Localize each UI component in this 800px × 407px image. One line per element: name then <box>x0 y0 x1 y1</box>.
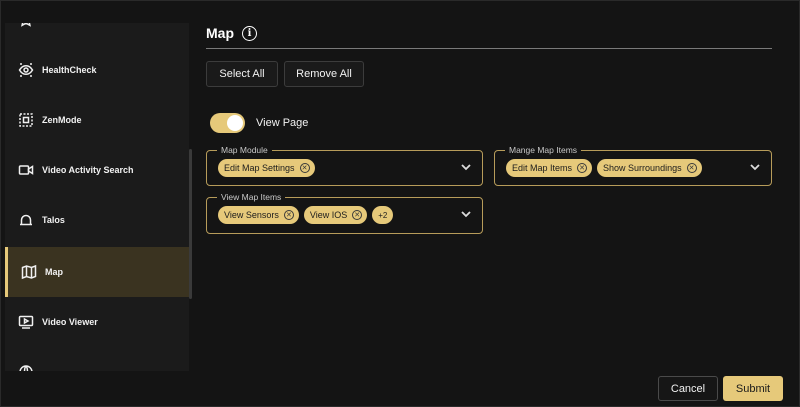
star-icon <box>17 23 34 29</box>
map-icon <box>20 264 37 281</box>
chip-remove-icon[interactable]: ✕ <box>352 210 363 220</box>
sidebar-scrollbar[interactable] <box>189 149 192 299</box>
manage-map-items-chips: Edit Map Items ✕ Show Surroundings ✕ <box>506 159 702 177</box>
chip-remove-icon[interactable]: ✕ <box>577 163 588 173</box>
chip-label: Show Surroundings <box>603 163 682 173</box>
play-screen-icon <box>17 314 34 331</box>
sidebar-item-partial[interactable] <box>5 347 189 371</box>
sidebar-item-label: Video Viewer <box>42 317 98 327</box>
sidebar-item-video-viewer[interactable]: Video Viewer <box>5 297 189 347</box>
chip-label: Edit Map Items <box>512 163 573 173</box>
submit-button[interactable]: Submit <box>723 376 783 401</box>
title-divider <box>206 48 772 49</box>
grid-dots-icon <box>17 112 34 129</box>
globe-icon <box>17 364 34 371</box>
view-page-toggle-row: View Page <box>210 113 308 133</box>
chip-remove-icon[interactable]: ✕ <box>283 210 294 220</box>
chevron-down-icon[interactable] <box>748 160 762 174</box>
sidebar-item-label: ZenMode <box>42 115 82 125</box>
chip-more-count[interactable]: +2 <box>372 206 394 224</box>
chip-label: View Sensors <box>224 210 279 220</box>
sidebar: HealthCheck ZenMode Video Activity Searc… <box>5 23 189 371</box>
sidebar-item-talos[interactable]: Talos <box>5 195 189 245</box>
info-icon[interactable]: i <box>242 25 257 41</box>
page-title-text: Map <box>206 25 234 41</box>
map-module-chips: Edit Map Settings ✕ <box>218 159 315 177</box>
sidebar-item-label: HealthCheck <box>42 65 97 75</box>
chip-edit-map-settings: Edit Map Settings ✕ <box>218 159 315 177</box>
manage-map-items-legend: Mange Map Items <box>505 145 582 156</box>
chip-label: Edit Map Settings <box>224 163 295 173</box>
select-all-button[interactable]: Select All <box>206 61 278 87</box>
video-camera-icon <box>17 162 34 179</box>
sidebar-item-label: Talos <box>42 215 65 225</box>
chip-remove-icon[interactable]: ✕ <box>686 163 697 173</box>
chip-show-surroundings: Show Surroundings ✕ <box>597 159 702 177</box>
remove-all-button[interactable]: Remove All <box>284 61 364 87</box>
sidebar-item-video-activity-search[interactable]: Video Activity Search <box>5 145 189 195</box>
view-map-items-chips: View Sensors ✕ View IOS ✕ +2 <box>218 206 394 224</box>
chevron-down-icon[interactable] <box>459 207 473 221</box>
sidebar-item-map[interactable]: Map <box>5 247 189 297</box>
cancel-button[interactable]: Cancel <box>658 376 718 401</box>
view-page-toggle[interactable] <box>210 113 245 133</box>
sidebar-item-label: Video Activity Search <box>42 165 134 175</box>
chip-label: View IOS <box>309 210 348 220</box>
chip-view-ios: View IOS ✕ <box>303 206 368 224</box>
permissions-dialog: HealthCheck ZenMode Video Activity Searc… <box>0 0 800 407</box>
view-map-items-select[interactable]: View Map Items View Sensors ✕ View IOS ✕… <box>206 192 483 234</box>
chip-edit-map-items: Edit Map Items ✕ <box>506 159 593 177</box>
toggle-knob <box>227 115 243 131</box>
chip-remove-icon[interactable]: ✕ <box>299 163 310 173</box>
manage-map-items-select[interactable]: Mange Map Items Edit Map Items ✕ Show Su… <box>494 145 772 186</box>
eye-scan-icon <box>17 62 34 79</box>
view-page-label: View Page <box>256 117 309 129</box>
sidebar-item-label: Map <box>45 267 63 277</box>
chevron-down-icon[interactable] <box>459 160 473 174</box>
map-module-select[interactable]: Map Module Edit Map Settings ✕ <box>206 145 483 186</box>
bell-dome-icon <box>17 212 34 229</box>
sidebar-item-healthcheck[interactable]: HealthCheck <box>5 45 189 95</box>
sidebar-item-zenmode[interactable]: ZenMode <box>5 95 189 145</box>
view-map-items-legend: View Map Items <box>217 192 286 203</box>
chip-view-sensors: View Sensors ✕ <box>218 206 299 224</box>
map-module-legend: Map Module <box>217 145 272 156</box>
page-title: Map i <box>206 25 257 41</box>
sidebar-item-favorites[interactable] <box>5 23 189 45</box>
